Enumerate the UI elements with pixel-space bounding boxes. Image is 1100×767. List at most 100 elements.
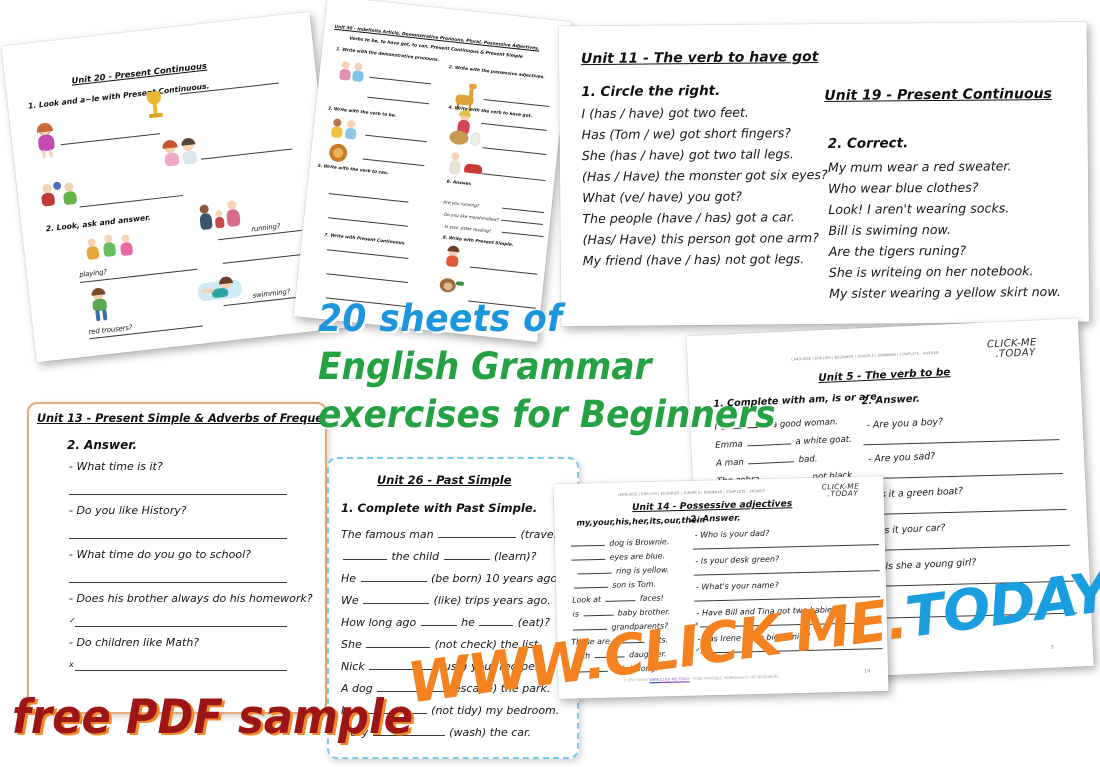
breadcrumb: LANGUAGE | ENGLISH | BEGINNER | JUNIOR A…: [617, 488, 766, 497]
unit14-answer-line[interactable]: [693, 570, 880, 576]
unit30-line: [481, 173, 546, 182]
unit30-line: [328, 193, 409, 203]
unit14-cross-mark: x: [694, 620, 699, 628]
brand-logo: CLICK-ME .TODAY: [821, 482, 859, 499]
unit14-answer-line[interactable]: [700, 648, 883, 654]
unit5-answer-line[interactable]: [875, 580, 1074, 587]
unit14-blank[interactable]: [605, 593, 636, 602]
unit30-line: [365, 134, 427, 143]
unit26-row-pre: We: [341, 594, 359, 607]
unit30-question: - Do you like marshmallow?: [441, 211, 500, 223]
promo-line-3: exercises for Beginners: [318, 393, 776, 436]
unit13-answer-line[interactable]: [69, 538, 287, 539]
unit14-blank[interactable]: [573, 663, 609, 673]
clipart-girls-jumping: [85, 231, 138, 268]
unit11-line: She (has / have) got two tall legs.: [581, 146, 794, 164]
worksheet-unit-26[interactable]: Unit 26 - Past Simple 1. Complete with P…: [327, 457, 579, 759]
footer-link-domain[interactable]: CLICK-ME.TODAY: [660, 676, 690, 682]
unit26-row-post: (not tidy) my bedroom.: [431, 704, 560, 717]
unit13-answer-line[interactable]: [69, 494, 287, 495]
unit19-line: Who wear blue clothes?: [828, 179, 979, 196]
unit14-blank[interactable]: [577, 565, 612, 575]
clipart-hamster-egg: [448, 128, 483, 149]
unit13-question: - What time is it?: [69, 460, 163, 473]
unit26-blank[interactable]: [377, 681, 446, 692]
unit26-blank[interactable]: [420, 615, 457, 626]
unit14-blank[interactable]: [570, 537, 605, 547]
unit26-row-post: (not check) the list.: [434, 638, 542, 651]
clipart-family: [198, 199, 244, 237]
unit20-task-2: 2. Look, ask and answer.: [45, 212, 152, 234]
unit14-answer-line[interactable]: [699, 622, 882, 628]
unit26-blank[interactable]: [366, 637, 431, 648]
unit5-blank[interactable]: [721, 419, 768, 430]
unit26-blank[interactable]: [360, 571, 427, 582]
unit26-blank[interactable]: [363, 593, 430, 604]
unit26-blank[interactable]: [348, 703, 427, 714]
unit26-row-mid: the child: [391, 550, 440, 563]
unit20-line: [79, 194, 184, 208]
unit14-question: - Who is your dad?: [694, 528, 770, 540]
unit26-row-pre: I: [341, 704, 345, 717]
unit13-answer-line[interactable]: [75, 626, 287, 627]
unit14-word-bank: my,your,his,her,its,our,their.: [576, 514, 706, 528]
unit30-line: [469, 266, 538, 275]
unit14-answer-line[interactable]: [693, 544, 880, 550]
unit26-row-pre: Nick: [341, 660, 365, 673]
unit5-question: - Is she a young girl?: [878, 557, 977, 573]
unit26-row-post: (wash) the car.: [449, 726, 532, 739]
worksheet-units-11-and-19[interactable]: Unit 11 - The verb to have got 1. Circle…: [558, 21, 1090, 327]
unit14-answer-line[interactable]: [694, 596, 881, 602]
unit13-title: Unit 13 - Present Simple & Adverbs of Fr…: [37, 412, 327, 425]
footer-link-www[interactable]: WWW.: [650, 677, 661, 682]
unit13-check-mark: ✓: [69, 616, 76, 625]
clipart-swimmer: [196, 273, 243, 306]
unit26-row: Nick (use) your red pen.: [341, 657, 573, 675]
unit30-line: [501, 231, 544, 238]
unit5-row-post: bad.: [798, 454, 818, 466]
unit26-blank[interactable]: [343, 549, 387, 560]
worksheet-unit-14[interactable]: LANGUAGE | ENGLISH | BEGINNER | JUNIOR A…: [553, 476, 889, 699]
unit14-task-2: 2. Answer.: [690, 513, 741, 525]
unit14-blank[interactable]: [614, 634, 645, 644]
unit5-answer-line[interactable]: [864, 473, 1063, 480]
unit5-answer-line[interactable]: [863, 439, 1060, 446]
unit5-blank[interactable]: [746, 436, 792, 447]
unit11-line: (Has / Have) the monster got six eyes?: [581, 166, 828, 185]
unit13-answer-line[interactable]: [69, 582, 287, 583]
unit26-blank[interactable]: [372, 725, 445, 736]
unit26-row: the child (learn)?: [343, 547, 571, 565]
unit26-blank[interactable]: [443, 549, 490, 560]
unit13-answer-line[interactable]: [75, 670, 287, 671]
unit26-blank[interactable]: [479, 615, 514, 626]
unit26-row-post: (like) trips years ago.: [433, 594, 551, 607]
poster-canvas: Unit 20 - Present Continuous 1. Look and…: [0, 0, 1100, 767]
unit5-answer-line[interactable]: [879, 612, 1078, 619]
unit14-blank[interactable]: [572, 621, 607, 631]
worksheet-unit-30[interactable]: Unit 30 - Indefinite Article, Demonstrat…: [293, 0, 572, 343]
unit20-line: [60, 133, 161, 146]
unit5-blank[interactable]: [747, 454, 795, 465]
unit30-line: [369, 76, 432, 85]
unit14-blank[interactable]: [571, 551, 606, 561]
unit26-row-pre: How long ago: [341, 616, 417, 629]
unit5-answer-line[interactable]: [872, 544, 1071, 551]
unit5-answer-line[interactable]: [868, 508, 1067, 516]
unit14-blank[interactable]: [594, 649, 625, 659]
breadcrumb: LANGUAGE | ENGLISH | BEGINNER | JUNIOR A…: [791, 350, 939, 362]
unit26-row-mid: he: [461, 616, 475, 629]
brand-logo-line2: .TODAY: [827, 489, 859, 499]
unit19-title: Unit 19 - Present Continuous: [824, 86, 1052, 104]
clipart-boy-green: [87, 287, 112, 322]
unit14-blank[interactable]: [573, 579, 608, 589]
unit19-line: My sister wearing a yellow skirt now.: [828, 283, 1061, 301]
unit30-task-2: 2. Write with the possessive adjectives.: [448, 65, 546, 81]
unit14-question: - What's your name?: [695, 580, 779, 592]
unit5-title: Unit 5 - The verb to be: [818, 366, 951, 385]
unit11-line: I (has / have) got two feet.: [581, 104, 749, 122]
clipart-boy-waving: [441, 245, 463, 272]
worksheet-unit-13[interactable]: Unit 13 - Present Simple & Adverbs of Fr…: [27, 402, 327, 714]
unit26-blank[interactable]: [369, 659, 436, 670]
unit26-blank[interactable]: [438, 527, 517, 538]
unit14-blank[interactable]: [583, 607, 614, 617]
